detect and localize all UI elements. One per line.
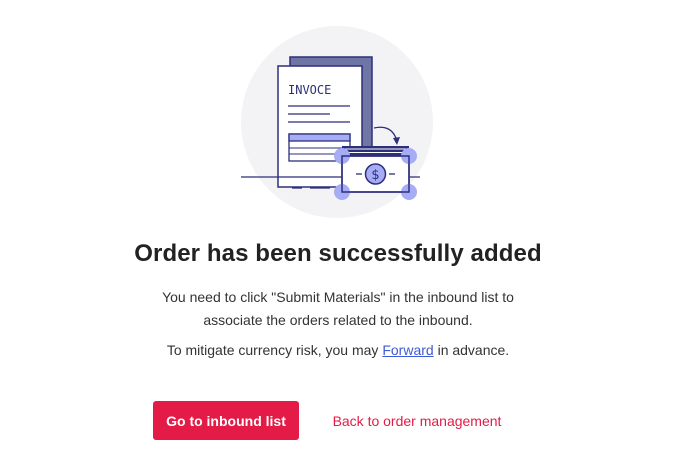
invoice-table-header bbox=[288, 133, 351, 142]
dialog-description: You need to click "Submit Materials" in … bbox=[162, 289, 514, 328]
go-to-inbound-list-button[interactable]: Go to inbound list bbox=[153, 401, 299, 440]
hint-text-after: in advance. bbox=[433, 342, 510, 358]
invoice-document-label: INVOCE bbox=[288, 83, 331, 97]
currency-symbol: $ bbox=[371, 168, 379, 183]
banknote-stack bbox=[342, 146, 409, 156]
currency-risk-hint: To mitigate currency risk, you may Forwa… bbox=[0, 340, 676, 360]
dialog-title: Order has been successfully added bbox=[134, 240, 542, 267]
hint-text-before: To mitigate currency risk, you may bbox=[166, 342, 383, 358]
invoice-payment-illustration: INVOCE $ bbox=[241, 26, 433, 218]
forward-link[interactable]: Forward bbox=[382, 342, 433, 358]
back-to-order-management-button[interactable]: Back to order management bbox=[322, 401, 512, 440]
